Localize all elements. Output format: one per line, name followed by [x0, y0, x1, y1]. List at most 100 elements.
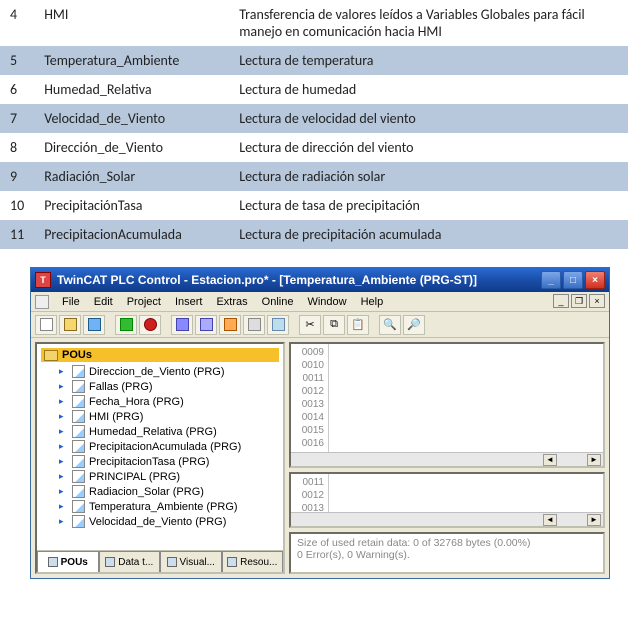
mdi-controls: _ ❐ × [553, 294, 605, 308]
line-num: 0009 [291, 346, 324, 359]
new-button[interactable] [35, 315, 57, 335]
tab-icon [227, 557, 237, 567]
tree-item[interactable]: ▸HMI (PRG) [41, 409, 279, 424]
stop-button[interactable] [139, 315, 161, 335]
tab-label: Visual... [180, 557, 215, 568]
close-button[interactable]: × [585, 271, 605, 289]
hscrollbar[interactable]: ◄ ► [291, 512, 603, 526]
scroll-right-button[interactable]: ► [587, 514, 601, 526]
step-into-button[interactable] [171, 315, 193, 335]
tree-item-label: Direccion_de_Viento (PRG) [89, 366, 225, 378]
tree-item[interactable]: ▸PRINCIPAL (PRG) [41, 469, 279, 484]
cut-button[interactable]: ✂ [299, 315, 321, 335]
menu-project[interactable]: Project [120, 294, 168, 310]
row-name: Dirección_de_Viento [34, 133, 229, 162]
menu-online[interactable]: Online [255, 294, 301, 310]
row-name: Radiación_Solar [34, 162, 229, 191]
tree-item[interactable]: ▸Fallas (PRG) [41, 379, 279, 394]
row-num: 7 [0, 104, 34, 133]
menu-extras[interactable]: Extras [209, 294, 254, 310]
title-bar: T TwinCAT PLC Control - Estacion.pro* - … [31, 268, 609, 292]
arrow-icon: ▸ [59, 426, 68, 437]
scroll-left-button[interactable]: ◄ [543, 514, 557, 526]
row-num: 5 [0, 46, 34, 75]
arrow-icon: ▸ [59, 516, 68, 527]
row-name: HMI [34, 0, 229, 46]
workspace: POUs ▸ Direccion_de_Viento (PRG)▸Fallas (… [31, 338, 609, 578]
find-button[interactable]: 🔍 [379, 315, 401, 335]
table-row: 5Temperatura_AmbienteLectura de temperat… [0, 46, 628, 75]
menu-insert[interactable]: Insert [168, 294, 210, 310]
tab-icon [105, 557, 115, 567]
tree-item[interactable]: ▸PrecipitacionAcumulada (PRG) [41, 439, 279, 454]
row-desc: Lectura de precipitación acumulada [229, 220, 628, 249]
line-gutter: 00090010001100120013001400150016 [291, 344, 329, 466]
tree-item-label: Humedad_Relativa (PRG) [89, 426, 217, 438]
tree-item[interactable]: ▸Radiacion_Solar (PRG) [41, 484, 279, 499]
scroll-right-button[interactable]: ► [587, 454, 601, 466]
tree-item[interactable]: ▸Temperatura_Ambiente (PRG) [41, 499, 279, 514]
hscrollbar[interactable]: ◄ ► [291, 452, 603, 466]
tab-pous[interactable]: POUs [37, 551, 99, 572]
arrow-icon: ▸ [59, 501, 68, 512]
row-name: PrecipitacionAcumulada [34, 220, 229, 249]
arrow-icon: ▸ [59, 471, 68, 482]
menu-edit[interactable]: Edit [87, 294, 120, 310]
line-num: 0013 [291, 398, 324, 411]
compile-button[interactable] [267, 315, 289, 335]
row-num: 8 [0, 133, 34, 162]
tab-datat[interactable]: Data t... [99, 551, 161, 572]
run-button[interactable] [115, 315, 137, 335]
code-body[interactable] [329, 344, 603, 466]
menu-file[interactable]: File [55, 294, 87, 310]
tree-item[interactable]: ▸ Direccion_de_Viento (PRG) [41, 364, 279, 379]
save-button[interactable] [83, 315, 105, 335]
line-num: 0011 [291, 372, 324, 385]
row-num: 11 [0, 220, 34, 249]
tab-visual[interactable]: Visual... [160, 551, 222, 572]
editor-area: 00090010001100120013001400150016 ◄ ► 001… [289, 342, 605, 574]
line-num: 0016 [291, 437, 324, 450]
document-icon [72, 425, 85, 438]
watch-button[interactable] [243, 315, 265, 335]
menu-window[interactable]: Window [300, 294, 353, 310]
find-next-button[interactable]: 🔎 [403, 315, 425, 335]
tree-item[interactable]: ▸Velocidad_de_Viento (PRG) [41, 514, 279, 529]
step-over-button[interactable] [195, 315, 217, 335]
minimize-button[interactable]: _ [541, 271, 561, 289]
document-icon [72, 515, 85, 528]
line-num: 0014 [291, 411, 324, 424]
scroll-left-button[interactable]: ◄ [543, 454, 557, 466]
tree-item[interactable]: ▸Fecha_Hora (PRG) [41, 394, 279, 409]
mdi-restore-button[interactable]: ❐ [571, 294, 587, 308]
app-icon: T [35, 272, 51, 288]
tab-icon [48, 557, 58, 567]
project-tree[interactable]: POUs ▸ Direccion_de_Viento (PRG)▸Fallas (… [37, 344, 283, 550]
window-title: TwinCAT PLC Control - Estacion.pro* - [T… [57, 273, 541, 287]
document-icon [72, 410, 85, 423]
tree-item[interactable]: ▸PrecipitacionTasa (PRG) [41, 454, 279, 469]
row-desc: Lectura de dirección del viento [229, 133, 628, 162]
breakpoint-button[interactable] [219, 315, 241, 335]
line-num: 0010 [291, 359, 324, 372]
arrow-icon: ▸ [59, 366, 68, 377]
mdi-close-button[interactable]: × [589, 294, 605, 308]
project-tree-panel: POUs ▸ Direccion_de_Viento (PRG)▸Fallas (… [35, 342, 285, 574]
paste-button[interactable]: 📋 [347, 315, 369, 335]
folder-icon [44, 350, 58, 361]
tree-item[interactable]: ▸ Humedad_Relativa (PRG) [41, 424, 279, 439]
declaration-editor[interactable]: 00090010001100120013001400150016 ◄ ► [289, 342, 605, 468]
row-name: Velocidad_de_Viento [34, 104, 229, 133]
tab-resou[interactable]: Resou... [222, 551, 284, 572]
implementation-editor[interactable]: 001100120013 ◄ ► [289, 472, 605, 528]
menu-help[interactable]: Help [354, 294, 391, 310]
tree-root[interactable]: POUs [41, 348, 279, 362]
maximize-button[interactable]: □ [563, 271, 583, 289]
row-name: PrecipitaciónTasa [34, 191, 229, 220]
open-button[interactable] [59, 315, 81, 335]
mdi-minimize-button[interactable]: _ [553, 294, 569, 308]
table-row: 11PrecipitacionAcumuladaLectura de preci… [0, 220, 628, 249]
tree-item-label: Radiacion_Solar (PRG) [89, 486, 204, 498]
document-icon [72, 380, 85, 393]
copy-button[interactable]: ⧉ [323, 315, 345, 335]
